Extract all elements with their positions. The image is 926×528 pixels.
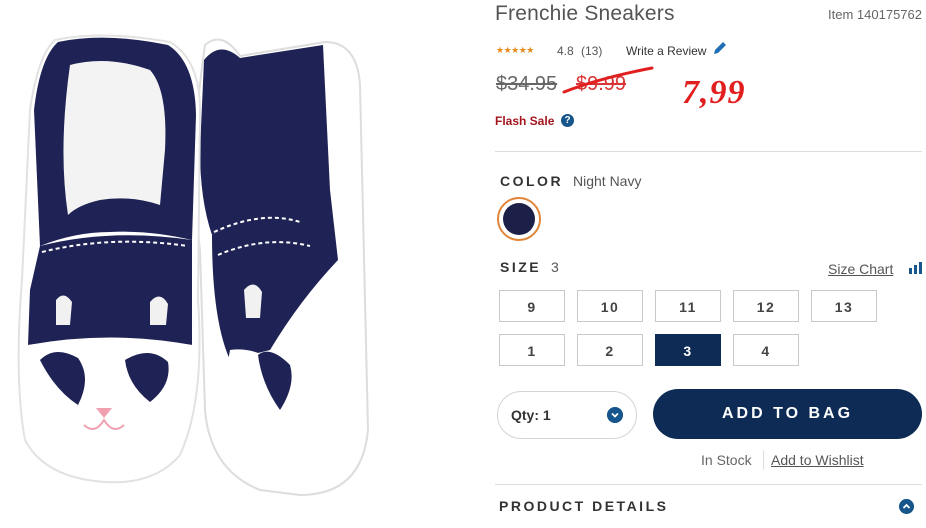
color-swatch-night-navy[interactable]	[497, 197, 541, 241]
help-icon[interactable]: ?	[561, 114, 574, 127]
color-value: Night Navy	[573, 173, 642, 189]
handwritten-price: 7,99	[682, 74, 746, 111]
size-option-2[interactable]: 2	[577, 334, 643, 366]
size-label: SIZE	[500, 259, 542, 275]
divider	[495, 151, 922, 152]
chevron-up-icon[interactable]	[899, 499, 914, 514]
flash-sale-label: Flash Sale	[495, 114, 555, 128]
bar-chart-icon[interactable]	[909, 262, 922, 274]
handwritten-strike-mark	[562, 66, 654, 94]
quantity-select[interactable]: Qty: 1	[497, 391, 637, 439]
size-chart-link[interactable]: Size Chart	[828, 261, 893, 277]
product-title: Frenchie Sneakers	[495, 2, 675, 25]
divider	[495, 484, 922, 485]
size-option-3[interactable]: 3	[655, 334, 721, 366]
write-review-link[interactable]: Write a Review	[626, 44, 706, 58]
product-image	[17, 34, 370, 497]
add-to-wishlist-link[interactable]: Add to Wishlist	[771, 452, 864, 468]
size-option-9[interactable]: 9	[499, 290, 565, 322]
product-details-header[interactable]: PRODUCT DETAILS	[499, 498, 668, 514]
pencil-icon[interactable]	[712, 40, 728, 56]
quantity-label: Qty: 1	[511, 407, 551, 423]
size-option-13[interactable]: 13	[811, 290, 877, 322]
divider	[763, 450, 764, 470]
stock-status: In Stock	[701, 452, 752, 468]
size-option-1[interactable]: 1	[499, 334, 565, 366]
size-option-11[interactable]: 11	[655, 290, 721, 322]
size-value: 3	[551, 259, 559, 275]
size-option-12[interactable]: 12	[733, 290, 799, 322]
color-label: COLOR	[500, 173, 564, 189]
left-shoe	[17, 34, 202, 484]
item-number: Item 140175762	[828, 7, 922, 22]
swatch-fill	[503, 203, 535, 235]
review-count[interactable]: (13)	[581, 44, 602, 58]
size-option-4[interactable]: 4	[733, 334, 799, 366]
add-to-bag-button[interactable]: ADD TO BAG	[653, 389, 922, 439]
size-option-10[interactable]: 10	[577, 290, 643, 322]
right-shoe	[194, 38, 370, 497]
rating-value: 4.8	[557, 44, 574, 58]
original-price: $34.95	[496, 73, 558, 95]
star-rating-icon[interactable]: ★★★★★	[496, 45, 534, 56]
chevron-down-icon	[607, 407, 623, 423]
